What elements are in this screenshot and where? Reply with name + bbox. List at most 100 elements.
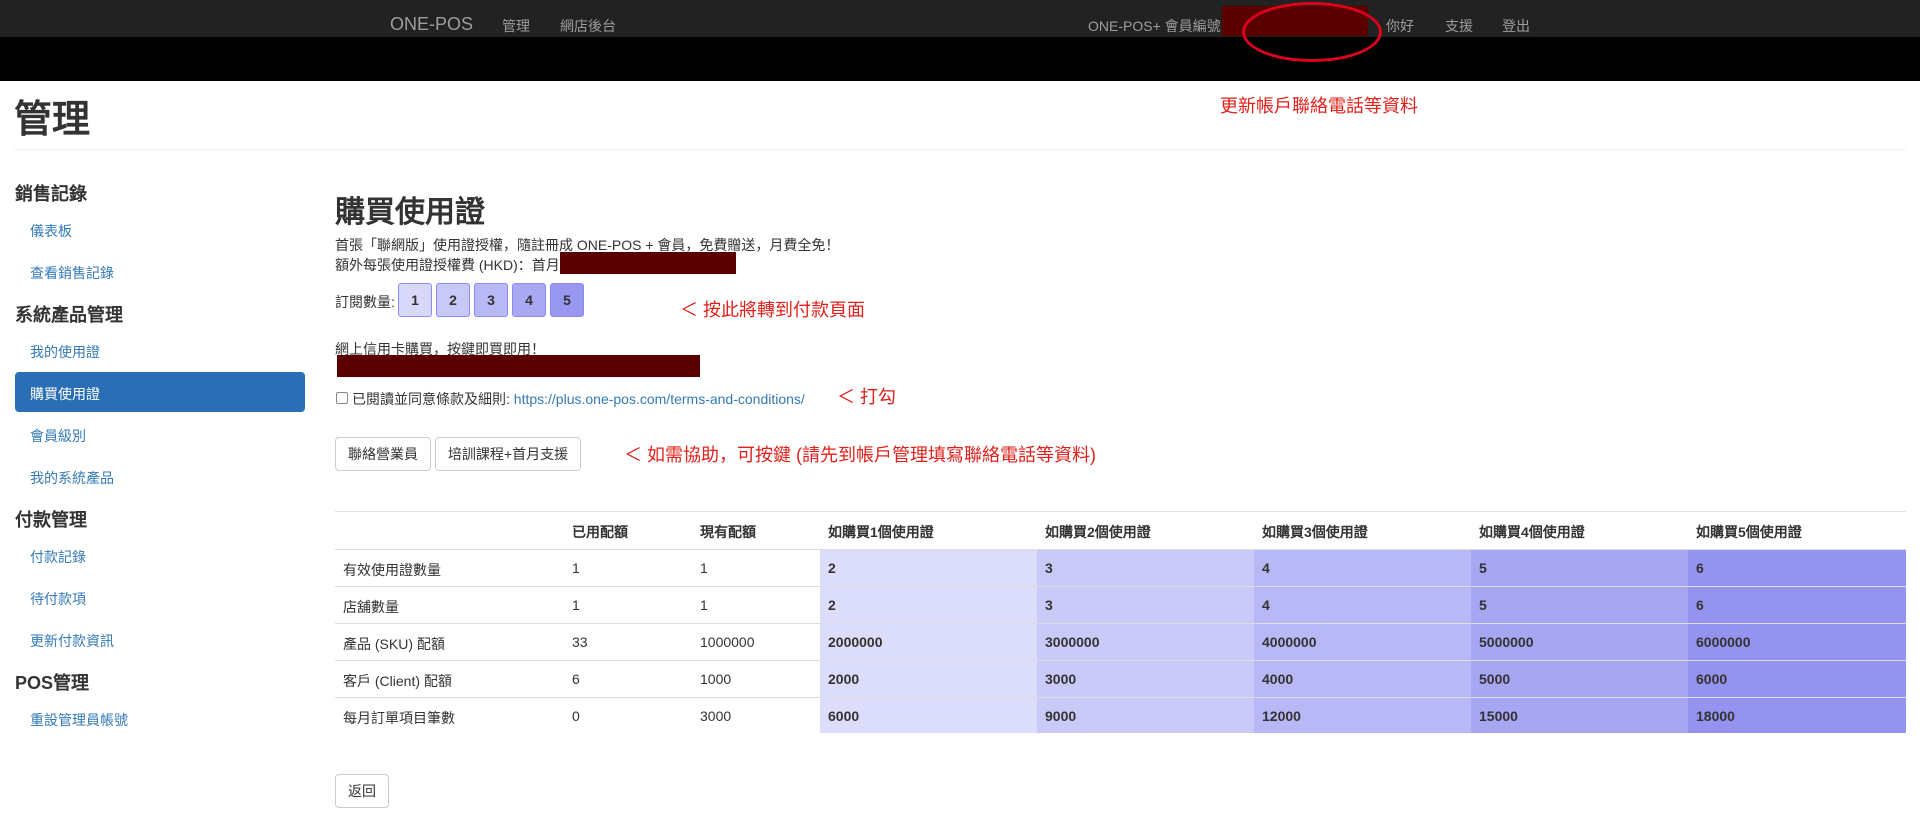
valid-licenses-row-buy-4: 5 <box>1479 560 1487 576</box>
table-header-buy-5: 如購買5個使用證 <box>1696 524 1802 540</box>
nav-link-logout[interactable]: 登出 <box>1502 16 1530 36</box>
valid-licenses-row-buy-3: 4 <box>1262 560 1270 576</box>
valid-licenses-row-label: 有效使用證數量 <box>343 562 441 578</box>
table-header-used: 已用配額 <box>572 524 628 540</box>
qty-option-5[interactable]: 5 <box>550 283 584 317</box>
client-quota-row-buy-5: 6000 <box>1696 671 1728 687</box>
navbar-band <box>0 37 1920 81</box>
training-support-button[interactable]: 培訓課程+首月支援 <box>435 437 581 471</box>
header-divider <box>14 149 1906 150</box>
table-top-border <box>335 511 1906 512</box>
sku-quota-row-buy-1: 2000000 <box>828 634 883 650</box>
highlight-circle <box>1242 2 1382 62</box>
shops-row-label: 店舖數量 <box>343 599 399 615</box>
monthly-orders-row-buy-3: 12000 <box>1262 708 1301 724</box>
sidebar-section-sales: 銷售記錄 <box>15 184 87 204</box>
annotation-update-account: 更新帳戶聯絡電話等資料 <box>1220 96 1418 116</box>
client-quota-row-used: 6 <box>572 671 580 687</box>
client-quota-row-buy-3: 4000 <box>1262 671 1294 687</box>
table-header-current: 現有配額 <box>700 524 756 540</box>
sidebar-item-reset-admin[interactable]: 重設管理員帳號 <box>30 710 128 730</box>
monthly-orders-row-buy-1: 6000 <box>828 708 860 724</box>
table-header-buy-1: 如購買1個使用證 <box>828 524 934 540</box>
terms-checkbox[interactable] <box>336 392 348 404</box>
greeting-text[interactable]: 你好 <box>1386 16 1414 36</box>
sidebar-section-pos: POS管理 <box>15 673 90 693</box>
qty-option-3[interactable]: 3 <box>474 283 508 317</box>
section-title: 購買使用證 <box>335 196 485 229</box>
shops-row-used: 1 <box>572 597 580 613</box>
monthly-orders-row-buy-4: 15000 <box>1479 708 1518 724</box>
qty-label: 訂閱數量: <box>335 294 395 310</box>
top-navbar <box>0 0 1920 37</box>
client-quota-row-buy-1: 2000 <box>828 671 860 687</box>
sku-quota-row-buy-2: 3000000 <box>1045 634 1100 650</box>
nav-link-support[interactable]: 支援 <box>1445 16 1473 36</box>
sidebar-item-update-payment-info[interactable]: 更新付款資訊 <box>30 631 114 651</box>
shops-row-buy-3: 4 <box>1262 597 1270 613</box>
annotation-help: ＜ 如需協助，可按鍵 (請先到帳戶管理填寫聯絡電話等資料) <box>624 445 1096 465</box>
sku-quota-row-buy-5: 6000000 <box>1696 634 1751 650</box>
shops-row-buy-2: 3 <box>1045 597 1053 613</box>
sidebar-item-pending-payments[interactable]: 待付款項 <box>30 589 86 609</box>
back-button[interactable]: 返回 <box>335 774 389 808</box>
sidebar-item-my-system-products[interactable]: 我的系統產品 <box>30 468 114 488</box>
client-quota-row-current: 1000 <box>700 671 732 687</box>
sidebar-item-member-level[interactable]: 會員級別 <box>30 426 86 446</box>
monthly-orders-row-used: 0 <box>572 708 580 724</box>
qty-option-1[interactable]: 1 <box>398 283 432 317</box>
nav-link-manage[interactable]: 管理 <box>502 16 530 36</box>
sidebar-item-payment-records[interactable]: 付款記錄 <box>30 547 86 567</box>
valid-licenses-row-buy-5: 6 <box>1696 560 1704 576</box>
page-title: 管理 <box>14 99 91 141</box>
contact-sales-button[interactable]: 聯絡營業員 <box>335 437 431 471</box>
monthly-orders-row-buy-2: 9000 <box>1045 708 1077 724</box>
redacted-fee <box>560 252 736 274</box>
redacted-payment-button[interactable] <box>337 355 700 377</box>
brand-logo[interactable]: ONE-POS <box>390 14 473 35</box>
valid-licenses-row-buy-1: 2 <box>828 560 836 576</box>
client-quota-row-buy-4: 5000 <box>1479 671 1511 687</box>
client-quota-row-label: 客戶 (Client) 配額 <box>343 673 452 689</box>
table-header-buy-4: 如購買4個使用證 <box>1479 524 1585 540</box>
qty-option-4[interactable]: 4 <box>512 283 546 317</box>
sidebar-item-my-licenses[interactable]: 我的使用證 <box>30 342 100 362</box>
shops-row-buy-5: 6 <box>1696 597 1704 613</box>
client-quota-row-buy-2: 3000 <box>1045 671 1077 687</box>
sidebar-item-sales-records[interactable]: 查看銷售記錄 <box>30 263 114 283</box>
sidebar-item-dashboard[interactable]: 儀表板 <box>30 221 72 241</box>
shops-row-current: 1 <box>700 597 708 613</box>
nav-link-shop-backend[interactable]: 網店後台 <box>560 16 616 36</box>
sku-quota-row-used: 33 <box>572 634 588 650</box>
table-row-divider <box>335 623 1906 624</box>
table-row-divider <box>335 697 1906 698</box>
table-header-buy-2: 如購買2個使用證 <box>1045 524 1151 540</box>
table-row-divider <box>335 549 1906 550</box>
fee-label: 額外每張使用證授權費 (HKD)：首月 <box>335 257 560 273</box>
valid-licenses-row-used: 1 <box>572 560 580 576</box>
sidebar-item-label: 購買使用證 <box>30 386 100 402</box>
sidebar-item-buy-licenses[interactable]: 購買使用證 <box>15 372 305 412</box>
shops-row-buy-4: 5 <box>1479 597 1487 613</box>
sku-quota-row-current: 1000000 <box>700 634 755 650</box>
terms-link[interactable]: https://plus.one-pos.com/terms-and-condi… <box>514 391 805 407</box>
sku-quota-row-buy-4: 5000000 <box>1479 634 1534 650</box>
table-row-divider <box>335 660 1906 661</box>
monthly-orders-row-label: 每月訂單項目筆數 <box>343 710 455 726</box>
valid-licenses-row-buy-2: 3 <box>1045 560 1053 576</box>
monthly-orders-row-current: 3000 <box>700 708 732 724</box>
sidebar-section-system-products: 系統產品管理 <box>15 305 123 325</box>
table-row-divider <box>335 586 1906 587</box>
valid-licenses-row-current: 1 <box>700 560 708 576</box>
annotation-payment-page: ＜ 按此將轉到付款頁面 <box>680 300 865 320</box>
annotation-tick: ＜ 打勾 <box>837 387 897 407</box>
terms-label: 已閱讀並同意條款及細則: https://plus.one-pos.com/te… <box>352 391 805 407</box>
sku-quota-row-buy-3: 4000000 <box>1262 634 1317 650</box>
table-header-buy-3: 如購買3個使用證 <box>1262 524 1368 540</box>
sidebar-section-payment: 付款管理 <box>15 510 87 530</box>
qty-option-2[interactable]: 2 <box>436 283 470 317</box>
member-number-label: ONE-POS+ 會員編號 <box>1088 18 1221 34</box>
shops-row-buy-1: 2 <box>828 597 836 613</box>
monthly-orders-row-buy-5: 18000 <box>1696 708 1735 724</box>
sku-quota-row-label: 產品 (SKU) 配額 <box>343 636 445 652</box>
